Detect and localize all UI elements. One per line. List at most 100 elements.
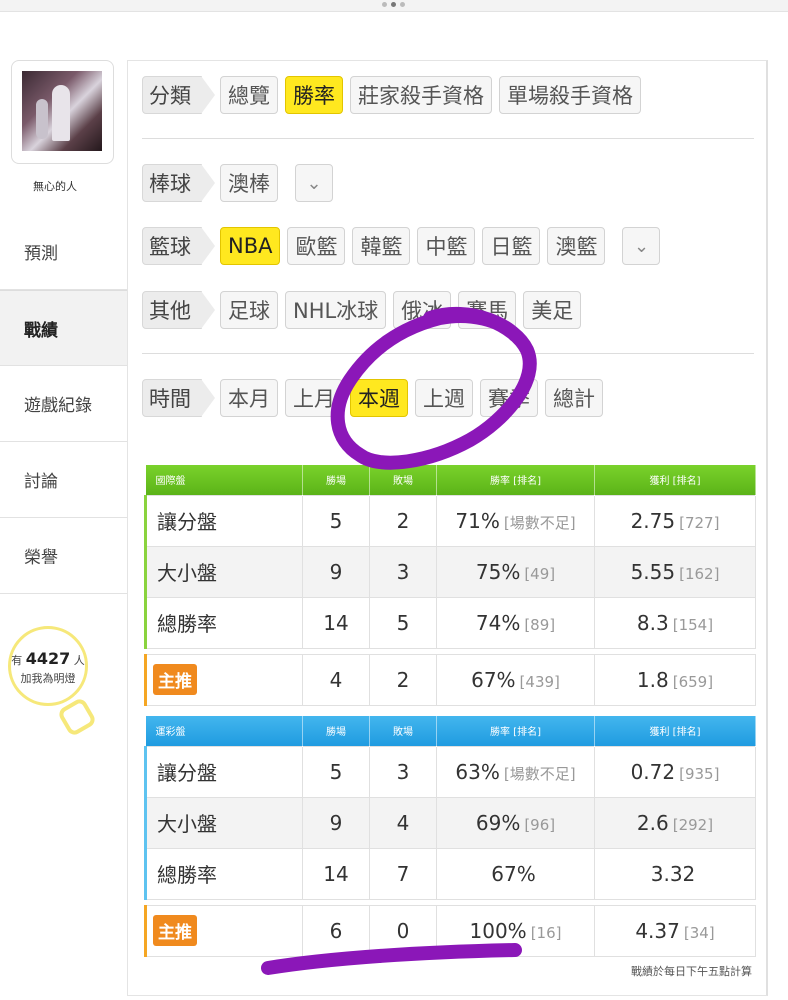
profit: 5.55 (630, 559, 676, 584)
profit: 2.6 (636, 810, 669, 835)
record-panel: 分類 總覽 勝率 莊家殺手資格 單場殺手資格 棒球 澳棒 ⌄ 籃球 NBA 歐籃… (127, 60, 768, 996)
chip-china-basketball[interactable]: 中籃 (417, 227, 476, 265)
chip-banker-killer[interactable]: 莊家殺手資格 (350, 76, 492, 114)
win-count: 14 (302, 596, 370, 649)
win-rate-cell: 67% (436, 847, 595, 900)
chip-overview[interactable]: 總覽 (220, 76, 278, 114)
chip-russia-hockey[interactable]: 俄冰 (393, 291, 452, 329)
chip-this-week[interactable]: 本週 (350, 379, 408, 417)
profit-cell: 2.75 [727] (594, 494, 756, 547)
lose-count: 4 (369, 796, 437, 849)
follow-bulb-button[interactable]: 有 4427 人 加我為明燈 (8, 626, 88, 706)
side-nav: 預測 戰績 遊戲紀錄 討論 榮譽 (0, 214, 127, 594)
win-count: 5 (302, 745, 370, 798)
username: 無心的人 (33, 180, 77, 193)
side-nav-game-log[interactable]: 遊戲紀錄 (0, 366, 127, 442)
category-label: 分類 (142, 76, 215, 114)
profit-rank: [34] (683, 923, 715, 942)
row-name: 大小盤 (144, 545, 303, 598)
featured-tag-cell: 主推 (144, 653, 303, 706)
other-filter-row: 其他 足球 NHL冰球 俄冰 賽馬 美足 (142, 291, 588, 329)
win-rate-cell: 74% [89] (436, 596, 595, 649)
win-rate-rank: [16] (530, 923, 562, 942)
lose-count: 7 (369, 847, 437, 900)
row-name: 大小盤 (144, 796, 303, 849)
win-rate-cell: 75% [49] (436, 545, 595, 598)
chip-horse-racing[interactable]: 賽馬 (458, 291, 517, 329)
profile-sidebar: 無心的人 預測 戰績 遊戲紀錄 討論 榮譽 有 4427 人 加我為明燈 (0, 60, 127, 1000)
win-count: 6 (302, 904, 370, 957)
win-rate: 67% (471, 667, 516, 692)
win-rate: 67% (491, 861, 536, 886)
category-filter-row: 分類 總覽 勝率 莊家殺手資格 單場殺手資格 (142, 76, 648, 114)
featured-tag: 主推 (153, 664, 197, 695)
profit-cell: 3.32 (594, 847, 756, 900)
chip-single-killer[interactable]: 單場殺手資格 (499, 76, 641, 114)
win-count: 4 (302, 653, 370, 706)
table-row: 大小盤 9 3 75% [49] 5.55 [162] (144, 545, 756, 598)
win-rate-cell: 63% [場數不足] (436, 745, 595, 798)
profit: 1.8 (636, 667, 669, 692)
lose-count: 0 (369, 904, 437, 957)
other-label: 其他 (142, 291, 215, 329)
chip-total[interactable]: 總計 (545, 379, 603, 417)
col-header: 敗場 (369, 716, 437, 746)
divider (142, 353, 754, 354)
chip-euro-basketball[interactable]: 歐籃 (287, 227, 346, 265)
lose-count: 2 (369, 494, 437, 547)
chip-this-month[interactable]: 本月 (220, 379, 278, 417)
side-nav-discussion[interactable]: 討論 (0, 442, 127, 518)
divider (142, 138, 754, 139)
win-rate-rank: [89] (524, 615, 556, 634)
profit-cell: 8.3 [154] (594, 596, 756, 649)
chip-last-week[interactable]: 上週 (415, 379, 473, 417)
lose-count: 3 (369, 745, 437, 798)
fan-count: 4427 (25, 649, 71, 668)
chevron-down-icon[interactable]: ⌄ (622, 227, 661, 265)
win-rate: 100% (469, 918, 527, 943)
side-nav-record[interactable]: 戰績 (0, 290, 127, 366)
baseball-label: 棒球 (142, 164, 215, 202)
chip-nhl[interactable]: NHL冰球 (285, 291, 387, 329)
chip-soccer[interactable]: 足球 (220, 291, 278, 329)
win-rate: 63% (455, 759, 500, 784)
chip-nba[interactable]: NBA (220, 227, 281, 265)
win-rate-cell: 100% [16] (436, 904, 595, 957)
table-row: 總勝率 14 7 67% 3.32 (144, 847, 756, 900)
chip-win-rate[interactable]: 勝率 (285, 76, 343, 114)
chip-aus-basketball[interactable]: 澳籃 (547, 227, 606, 265)
profit-rank: [935] (679, 764, 720, 783)
side-nav-honor[interactable]: 榮譽 (0, 518, 127, 594)
table-row: 總勝率 14 5 74% [89] 8.3 [154] (144, 596, 756, 649)
chevron-down-icon[interactable]: ⌄ (295, 164, 333, 202)
win-rate-rank: [場數不足] (503, 764, 576, 783)
featured-row: 主推 4 2 67% [439] 1.8 [659] (144, 653, 756, 706)
profit: 8.3 (636, 610, 669, 635)
win-rate-rank: [場數不足] (503, 513, 576, 532)
win-count: 9 (302, 796, 370, 849)
profit: 3.32 (650, 861, 696, 886)
lose-count: 2 (369, 653, 437, 706)
chip-american-football[interactable]: 美足 (523, 291, 582, 329)
chip-last-month[interactable]: 上月 (285, 379, 343, 417)
avatar-frame[interactable] (11, 60, 114, 164)
side-nav-predict[interactable]: 預測 (0, 214, 127, 290)
chip-aus-baseball[interactable]: 澳棒 (220, 164, 278, 202)
profit: 0.72 (630, 759, 676, 784)
row-name: 總勝率 (144, 847, 303, 900)
fan-suffix: 人 (73, 654, 85, 667)
chip-japan-basketball[interactable]: 日籃 (482, 227, 541, 265)
col-header: 國際盤 (145, 465, 303, 495)
win-rate: 69% (475, 810, 521, 835)
win-rate-cell: 71% [場數不足] (436, 494, 595, 547)
win-count: 5 (302, 494, 370, 547)
page-indicator (0, 0, 788, 12)
col-header: 獲利 [排名] (594, 716, 756, 746)
chip-korea-basketball[interactable]: 韓籃 (352, 227, 411, 265)
profit-rank: [292] (672, 815, 714, 834)
profit-rank: [659] (672, 672, 714, 691)
col-header: 勝場 (302, 465, 370, 495)
chip-season[interactable]: 賽季 (480, 379, 538, 417)
follow-cta: 加我為明燈 (20, 672, 76, 685)
lottery-stats-table: 運彩盤 勝場 敗場 勝率 [排名] 獲利 [排名] 讓分盤 5 3 63% [場數… (144, 716, 756, 957)
